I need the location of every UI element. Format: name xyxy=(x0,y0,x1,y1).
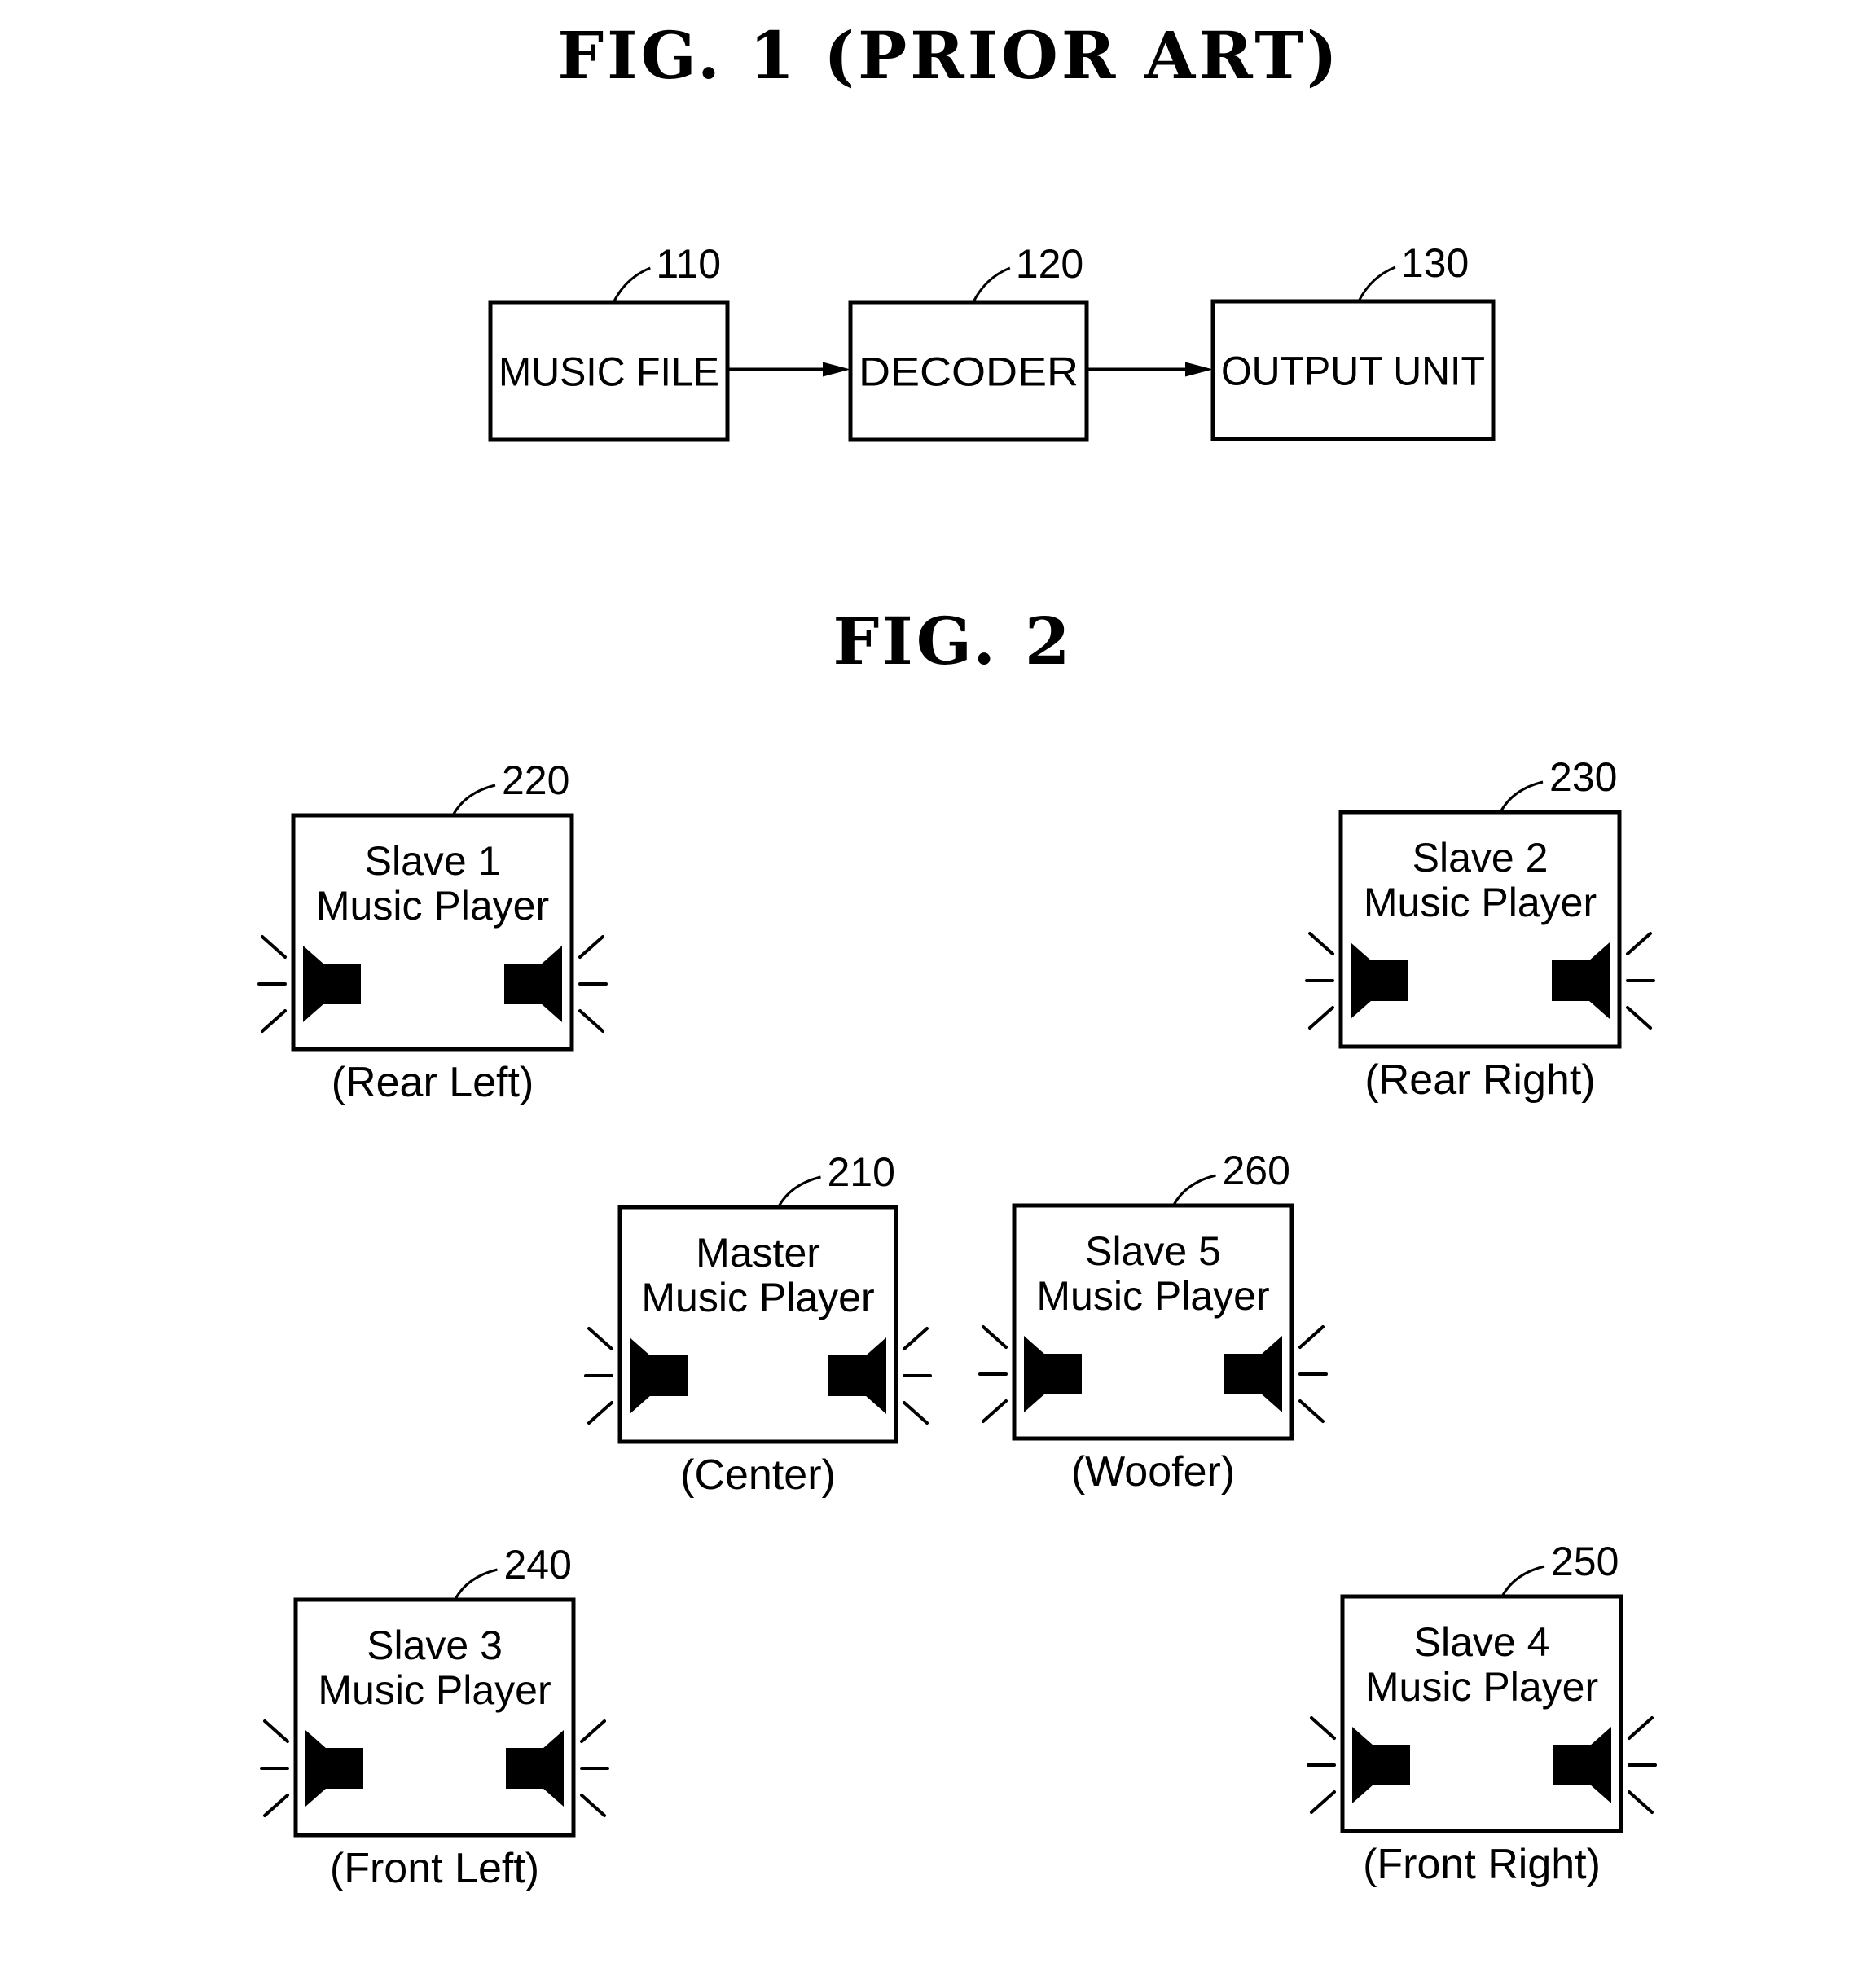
slave-4-ref-number: 250 xyxy=(1551,1539,1619,1584)
fig1-title: FIG. 1 (PRIOR ART) xyxy=(557,17,1340,94)
flow-arrow xyxy=(727,362,850,377)
music-file-ref-number: 110 xyxy=(656,241,721,287)
right-sound-wave-icon xyxy=(580,1719,609,1817)
fig1-block-diagram: MUSIC FILE 110 DECODER 120 OUTPUT UNIT 130 xyxy=(488,240,1496,442)
slave-4-leader-line xyxy=(1500,1565,1545,1597)
decoder-leader-line xyxy=(972,266,1011,303)
music-file-label: MUSIC FILE xyxy=(499,349,719,395)
slave-3-music-player: Slave 3Music Player 240 (Front Left) xyxy=(260,1542,609,1892)
slave-2-name: Slave 2 xyxy=(1412,835,1549,880)
slave-1-ref-number: 220 xyxy=(502,758,569,803)
left-sound-wave-icon xyxy=(1307,1716,1336,1814)
slave-5-ref-number: 260 xyxy=(1223,1148,1290,1193)
right-sound-wave-icon xyxy=(1626,932,1655,1030)
master-name: Master xyxy=(696,1230,820,1276)
right-sound-wave-icon xyxy=(903,1327,932,1425)
left-sound-wave-icon xyxy=(978,1325,1008,1423)
slave-5-position-caption: (Woofer) xyxy=(1071,1448,1235,1495)
slave-4-type: Music Player xyxy=(1365,1664,1598,1710)
slave-5-type: Music Player xyxy=(1036,1273,1269,1319)
output-unit-label: OUTPUT UNIT xyxy=(1221,349,1485,394)
slave-3-name: Slave 3 xyxy=(367,1623,503,1668)
flow-arrow xyxy=(1087,362,1213,377)
slave-5-leader-line xyxy=(1172,1174,1216,1206)
slave-1-type: Music Player xyxy=(316,883,549,929)
master-leader-line xyxy=(777,1175,821,1208)
slave-1-name: Slave 1 xyxy=(365,838,501,884)
slave-4-position-caption: (Front Right) xyxy=(1363,1841,1601,1888)
decoder-label: DECODER xyxy=(859,349,1079,395)
slave-5-name: Slave 5 xyxy=(1085,1228,1221,1274)
left-sound-wave-icon xyxy=(584,1327,613,1425)
music-file-leader-line xyxy=(612,266,651,303)
slave-1-position-caption: (Rear Left) xyxy=(332,1059,534,1106)
master-music-player: MasterMusic Player 210 (Center) xyxy=(584,1149,932,1499)
left-sound-wave-icon xyxy=(257,935,287,1033)
arrow-head-icon xyxy=(823,362,850,377)
left-sound-wave-icon xyxy=(260,1719,289,1817)
master-position-caption: (Center) xyxy=(680,1451,836,1499)
slave-4-music-player: Slave 4Music Player 250 (Front Right) xyxy=(1307,1539,1657,1888)
fig2-title: FIG. 2 xyxy=(833,603,1073,679)
slave-1-music-player: Slave 1Music Player 220 (Rear Left) xyxy=(257,758,608,1106)
slave-4-name: Slave 4 xyxy=(1414,1619,1550,1665)
slave-2-leader-line xyxy=(1499,780,1544,813)
fig2-speaker-layout: Slave 1Music Player220(Rear Left)Slave 2… xyxy=(257,754,1657,1892)
output-unit-ref-number: 130 xyxy=(1401,240,1469,286)
slave-3-type: Music Player xyxy=(318,1667,551,1713)
slave-2-position-caption: (Rear Right) xyxy=(1364,1056,1595,1104)
master-ref-number: 210 xyxy=(828,1149,895,1195)
slave-2-type: Music Player xyxy=(1364,880,1597,925)
slave-3-position-caption: (Front Left) xyxy=(330,1845,539,1892)
right-sound-wave-icon xyxy=(578,935,608,1033)
right-sound-wave-icon xyxy=(1628,1716,1657,1814)
master-type: Music Player xyxy=(641,1275,874,1320)
slave-3-leader-line xyxy=(454,1568,498,1601)
output-unit-block: OUTPUT UNIT 130 xyxy=(1210,240,1496,441)
slave-5-music-player: Slave 5Music Player 260 (Woofer) xyxy=(978,1148,1328,1495)
patent-figures: FIG. 1 (PRIOR ART) MUSIC FILE 110 DECODER 1… xyxy=(257,17,1657,1892)
decoder-block: DECODER 120 xyxy=(848,241,1089,442)
arrow-head-icon xyxy=(1185,362,1213,377)
decoder-ref-number: 120 xyxy=(1016,241,1083,287)
left-sound-wave-icon xyxy=(1305,932,1334,1030)
slave-2-music-player: Slave 2Music Player 230 (Rear Right) xyxy=(1305,754,1655,1104)
slave-2-ref-number: 230 xyxy=(1549,754,1617,800)
output-unit-leader-line xyxy=(1357,266,1396,302)
music-file-block: MUSIC FILE 110 xyxy=(488,241,730,442)
slave-3-ref-number: 240 xyxy=(504,1542,572,1588)
slave-1-leader-line xyxy=(451,784,496,816)
right-sound-wave-icon xyxy=(1298,1325,1328,1423)
